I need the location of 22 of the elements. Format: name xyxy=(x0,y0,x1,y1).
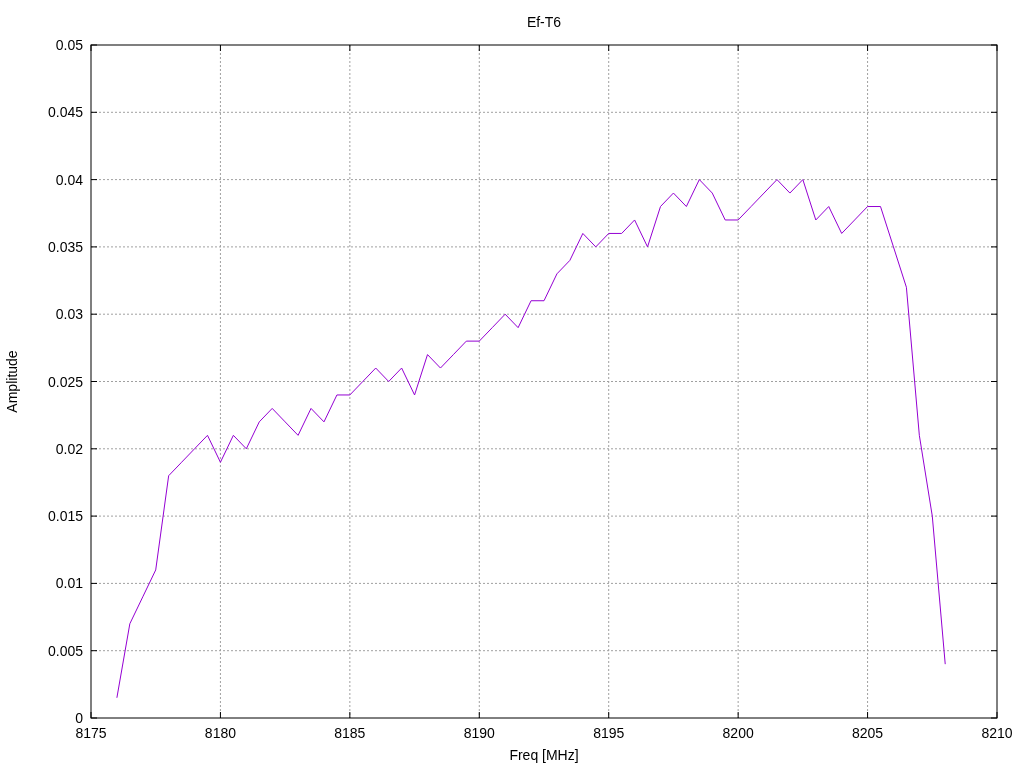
y-tick-label: 0.01 xyxy=(55,575,83,592)
x-axis-label: Freq [MHz] xyxy=(509,747,579,763)
y-tick-label: 0.025 xyxy=(47,373,83,390)
x-tick-label: 8205 xyxy=(852,725,884,741)
y-tick-label: 0.045 xyxy=(47,104,83,121)
y-tick-label: 0.03 xyxy=(55,306,83,323)
x-tick-label: 8190 xyxy=(463,725,495,741)
x-tick-label: 8210 xyxy=(981,725,1013,741)
y-tick-label: 0.015 xyxy=(47,508,83,525)
y-axis-label: Amplitude xyxy=(4,350,20,413)
y-tick-label: 0.02 xyxy=(55,440,83,457)
y-tick-label: 0.005 xyxy=(47,642,83,659)
x-tick-label: 8200 xyxy=(722,725,754,741)
y-tick-label: 0 xyxy=(75,710,83,726)
y-tick-label: 0.05 xyxy=(55,37,83,53)
y-tick-label: 0.04 xyxy=(55,171,83,188)
y-tick-label: 0.035 xyxy=(47,238,83,255)
x-tick-label: 8175 xyxy=(75,725,107,741)
x-tick-label: 8185 xyxy=(334,725,366,741)
x-tick-label: 8195 xyxy=(593,725,625,741)
chart-title: Ef-T6 xyxy=(526,14,562,30)
x-tick-label: 8180 xyxy=(204,725,236,741)
